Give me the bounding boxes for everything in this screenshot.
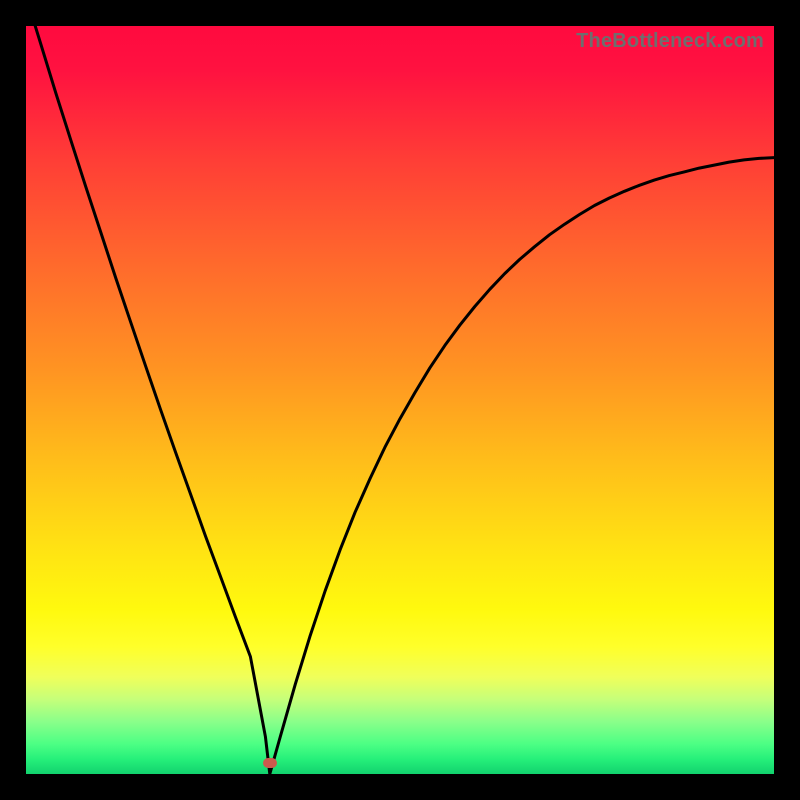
minimum-marker xyxy=(263,758,277,768)
bottleneck-curve xyxy=(26,26,774,774)
chart-plot-area: TheBottleneck.com xyxy=(26,26,774,774)
chart-frame: TheBottleneck.com xyxy=(0,0,800,800)
watermark-label: TheBottleneck.com xyxy=(576,30,764,53)
